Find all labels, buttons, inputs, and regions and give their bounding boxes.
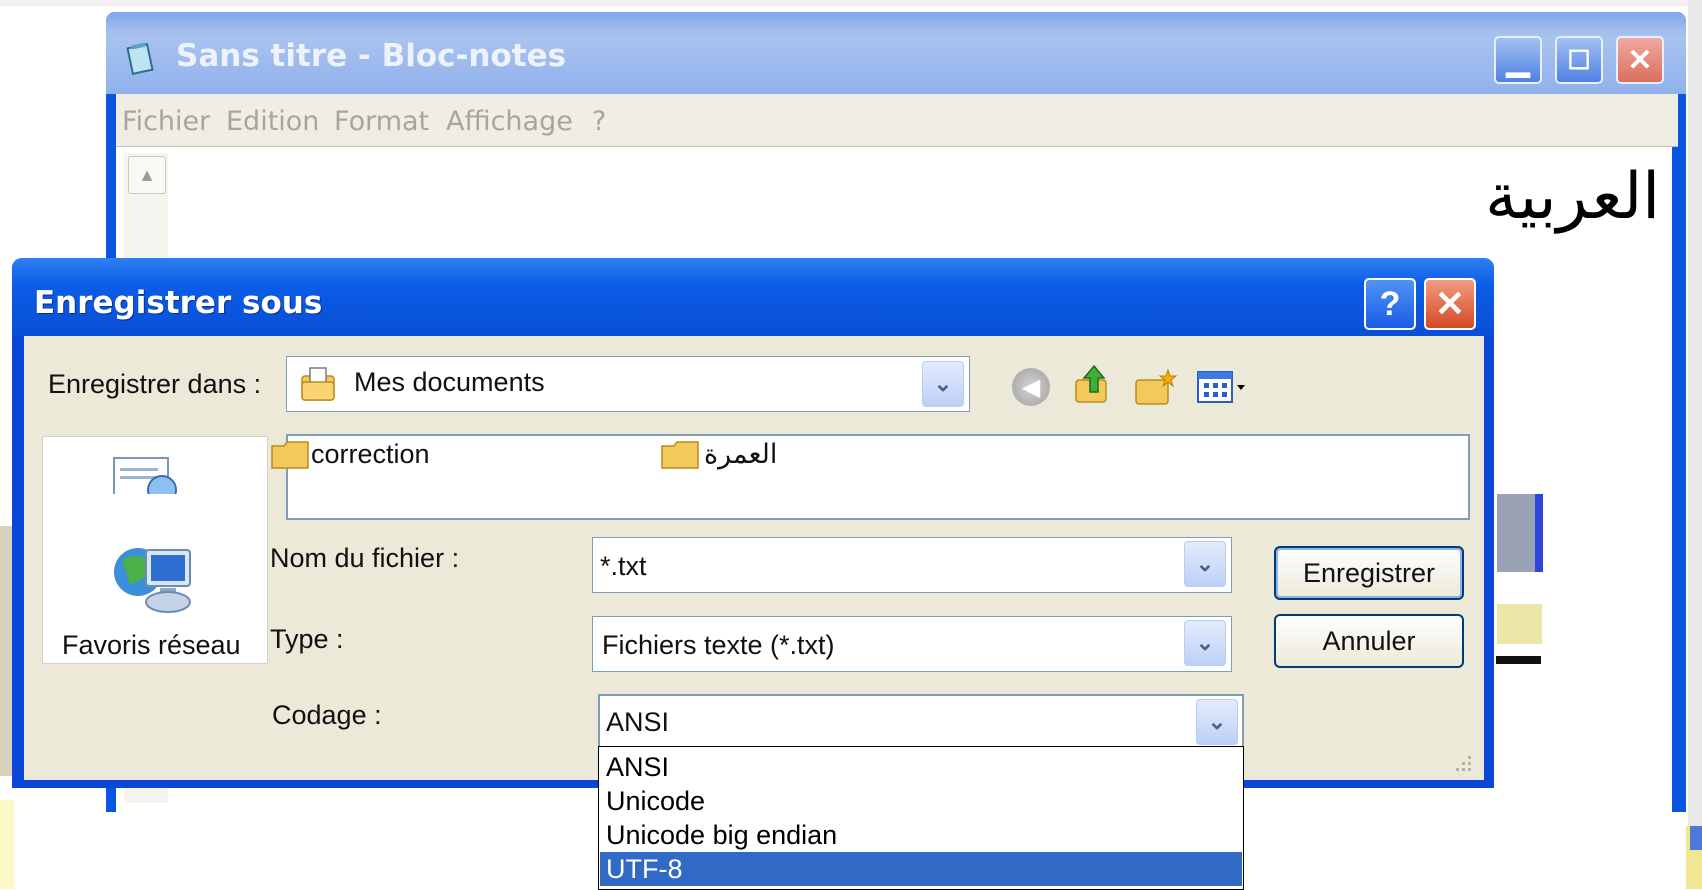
close-button[interactable]: ✕ — [1616, 36, 1664, 84]
menu-affichage[interactable]: Affichage — [446, 106, 573, 137]
cancel-button[interactable]: Annuler — [1274, 614, 1464, 668]
menu-edition[interactable]: Edition — [226, 106, 319, 137]
background-topline — [0, 0, 1702, 6]
chevron-down-icon: ⌄ — [1207, 709, 1227, 734]
chevron-up-icon: ▲ — [138, 164, 156, 185]
close-icon: ✕ — [1434, 283, 1466, 324]
type-value: Fichiers texte (*.txt) — [602, 630, 835, 660]
up-folder-button[interactable] — [1072, 362, 1116, 406]
views-menu-button[interactable] — [1196, 370, 1246, 404]
background-taskbar-fragment — [1690, 826, 1702, 850]
chevron-down-icon: ⌄ — [933, 371, 953, 396]
close-icon: ✕ — [1627, 43, 1653, 77]
save-button[interactable]: Enregistrer — [1274, 546, 1464, 600]
background-window-fragment — [1496, 656, 1541, 664]
maximize-icon: ☐ — [1567, 44, 1591, 75]
my-documents-icon — [301, 367, 335, 401]
background-window-fragment — [1535, 494, 1543, 572]
background-desktop-fragment — [0, 800, 14, 889]
encoding-value: ANSI — [606, 707, 670, 737]
encoding-combobox[interactable] — [598, 694, 1244, 750]
network-places-icon[interactable] — [108, 540, 196, 624]
minimize-button[interactable]: ▁ — [1494, 36, 1542, 84]
network-places-label[interactable]: Favoris réseau — [62, 630, 241, 661]
filename-value: *.txt — [600, 551, 647, 581]
encoding-label: Codage : — [272, 700, 382, 730]
folder-icon[interactable] — [660, 440, 700, 470]
type-dropdown-button[interactable]: ⌄ — [1184, 620, 1226, 666]
arrow-left-icon: ◀ — [1021, 373, 1041, 401]
dialog-close-button[interactable]: ✕ — [1424, 278, 1476, 330]
filename-label: Nom du fichier : — [270, 543, 460, 573]
dialog-title: Enregistrer sous — [34, 285, 323, 321]
filename-dropdown-button[interactable]: ⌄ — [1184, 541, 1226, 587]
encoding-option-unicode-big-endian[interactable]: Unicode big endian — [600, 818, 1242, 852]
background-right-strip — [1688, 0, 1702, 889]
maximize-button[interactable]: ☐ — [1555, 36, 1603, 84]
encoding-option-ansi[interactable]: ANSI — [600, 750, 1242, 784]
type-label: Type : — [270, 624, 344, 654]
encoding-dropdown-button[interactable]: ⌄ — [1196, 699, 1238, 745]
file-list[interactable] — [286, 434, 1470, 520]
scroll-up-button[interactable]: ▲ — [128, 156, 166, 194]
chevron-down-icon: ⌄ — [1195, 630, 1215, 655]
folder-icon[interactable] — [270, 440, 310, 470]
menu-fichier[interactable]: Fichier — [122, 106, 210, 137]
save-in-dropdown-button[interactable]: ⌄ — [922, 361, 964, 407]
notepad-title: Sans titre - Bloc-notes — [176, 38, 567, 74]
menu-help[interactable]: ? — [592, 106, 606, 137]
minimize-icon: ▁ — [1506, 43, 1530, 77]
new-folder-button[interactable] — [1134, 368, 1178, 406]
resize-grip-icon[interactable] — [1446, 750, 1474, 778]
encoding-option-unicode[interactable]: Unicode — [600, 784, 1242, 818]
menu-format[interactable]: Format — [334, 106, 429, 137]
help-icon: ? — [1379, 284, 1401, 323]
encoding-option-utf8[interactable]: UTF-8 — [600, 852, 1242, 886]
chevron-down-icon: ⌄ — [1195, 551, 1215, 576]
help-button[interactable]: ? — [1364, 278, 1416, 330]
back-button[interactable]: ◀ — [1012, 368, 1050, 406]
notepad-border — [1672, 147, 1686, 812]
documents-icon[interactable] — [108, 446, 192, 494]
notepad-icon — [126, 42, 154, 75]
filename-input[interactable] — [592, 537, 1232, 593]
save-in-value: Mes documents — [354, 367, 545, 397]
background-window-fragment — [1497, 604, 1542, 644]
file-item-correction[interactable]: correction — [311, 439, 430, 470]
notepad-content: العربية — [1485, 160, 1660, 234]
save-in-label: Enregistrer dans : — [48, 369, 262, 399]
file-item-arabic[interactable]: العمرة — [704, 439, 777, 470]
